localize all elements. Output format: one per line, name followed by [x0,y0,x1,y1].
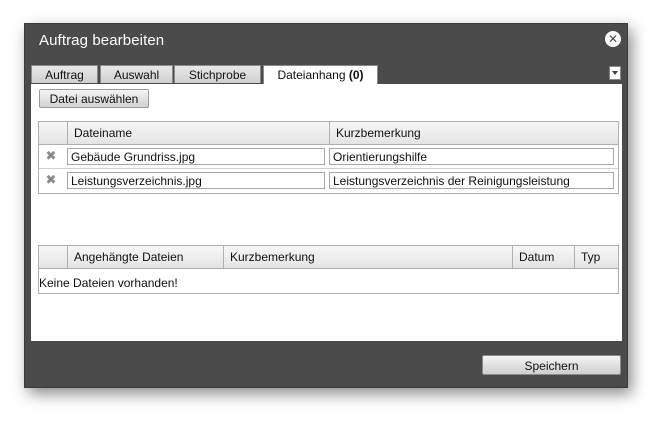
tab-auswahl[interactable]: Auswahl [100,65,173,83]
chevron-down-icon[interactable] [609,66,621,80]
dialog-title: Auftrag bearbeiten [39,32,165,49]
delete-icon[interactable]: ✖ [45,173,57,187]
filename-input[interactable] [67,172,325,189]
note-input[interactable] [329,172,614,189]
header-cell-note: Kurzbemerkung [329,122,618,144]
empty-message: Keine Dateien vorhanden! [39,276,178,290]
header-cell-note: Kurzbemerkung [223,246,512,268]
tab-auftrag[interactable]: Auftrag [31,65,98,83]
header-cell-filename: Dateiname [67,122,329,144]
tab-dateianhang[interactable]: Dateianhang (0) [263,65,378,85]
header-cell-type: Typ [574,246,618,268]
header-cell-date: Datum [512,246,574,268]
tab-label: Dateianhang [277,68,346,82]
delete-icon[interactable]: ✖ [45,149,57,163]
attached-files-grid: Angehängte Dateien Kurzbemerkung Datum T… [38,245,619,294]
tab-label: Auswahl [113,68,160,82]
header-cell-spacer [39,246,67,268]
header-cell-delete [39,122,67,144]
tab-label: Stichprobe [188,68,247,82]
filename-input[interactable] [67,148,325,165]
header-cell-attached-files: Angehängte Dateien [67,246,223,268]
close-icon[interactable]: ✕ [605,31,621,47]
attached-grid-header: Angehängte Dateien Kurzbemerkung Datum T… [39,246,618,269]
save-button[interactable]: Speichern [482,355,621,375]
tab-count: (0) [348,68,364,82]
upload-grid-header: Dateiname Kurzbemerkung [39,122,618,145]
tab-content-dateianhang: Datei auswählen Dateiname Kurzbemerkung … [31,84,622,341]
select-file-button[interactable]: Datei auswählen [39,89,149,108]
tab-stichprobe[interactable]: Stichprobe [174,65,261,83]
tab-label: Auftrag [45,68,84,82]
edit-order-dialog: Auftrag bearbeiten ✕ Auftrag Auswahl Sti… [24,23,628,388]
table-row: ✖ [39,169,618,193]
note-input[interactable] [329,148,614,165]
table-row: ✖ [39,145,618,169]
upload-file-grid: Dateiname Kurzbemerkung ✖ ✖ [38,121,619,194]
